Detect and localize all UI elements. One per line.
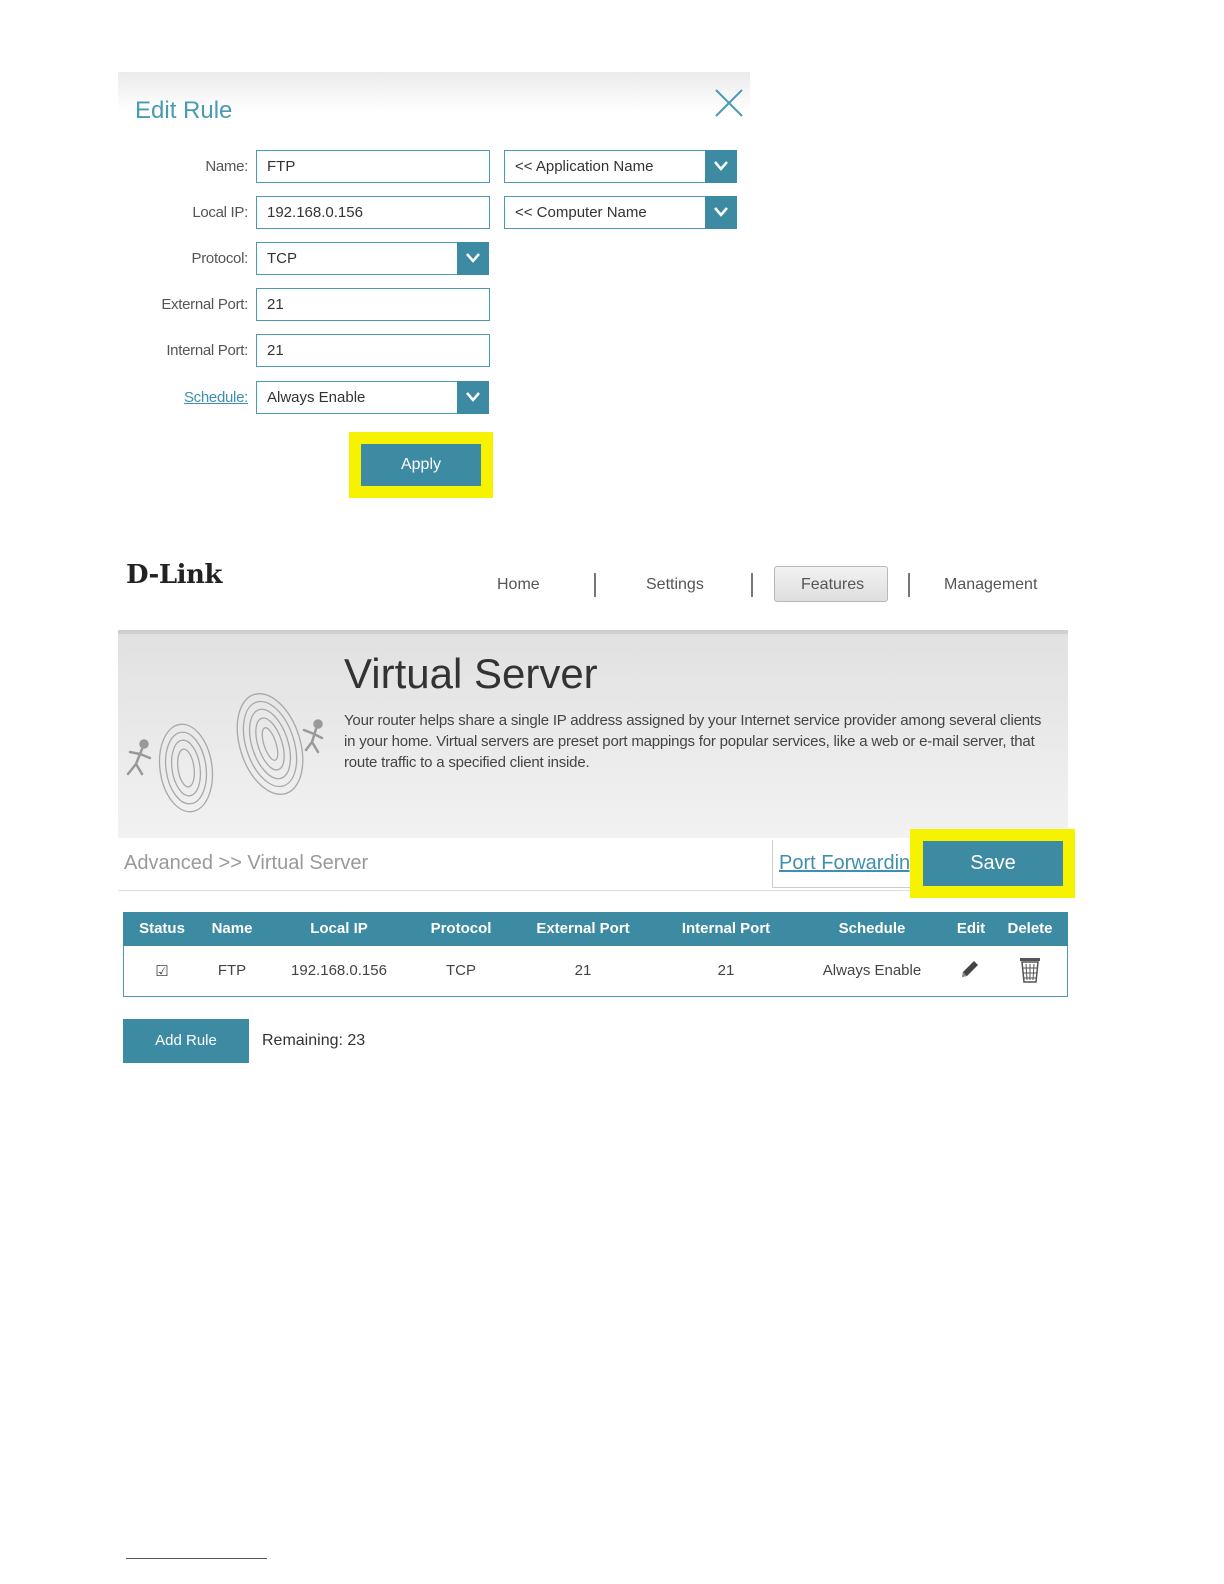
col-internal-port: Internal Port	[681, 920, 771, 937]
schedule-select[interactable]: Always Enable	[256, 381, 489, 414]
chevron-down-icon[interactable]	[457, 381, 489, 414]
external-port-label: External Port:	[161, 296, 248, 313]
protocol-select-text: TCP	[267, 250, 297, 267]
col-schedule: Schedule	[838, 920, 906, 937]
name-input[interactable]: FTP	[256, 150, 490, 183]
protocol-label: Protocol:	[191, 250, 249, 267]
protocol-select[interactable]: TCP	[256, 242, 489, 275]
breadcrumb: Advanced >> Virtual Server	[124, 852, 369, 874]
nav-separator	[594, 573, 596, 597]
apply-button[interactable]: Apply	[361, 444, 481, 486]
col-protocol: Protocol	[430, 920, 492, 937]
dlink-logo: D-Link	[126, 560, 222, 590]
port-forwarding-link[interactable]: Port Forwarding	[779, 852, 912, 875]
nav-separator	[751, 573, 753, 597]
remaining-count: Remaining: 23	[262, 1032, 366, 1049]
pencil-icon[interactable]	[958, 957, 982, 981]
close-icon[interactable]	[712, 86, 746, 120]
row-local-ip: 192.168.0.156	[291, 962, 387, 979]
page-title: Virtual Server	[344, 650, 598, 697]
trash-icon[interactable]	[1019, 956, 1041, 984]
internal-port-input[interactable]: 21	[256, 334, 490, 367]
nav-features[interactable]: Features	[801, 576, 864, 594]
row-protocol: TCP	[446, 962, 476, 979]
chevron-down-icon[interactable]	[705, 150, 737, 183]
nav-separator	[908, 573, 910, 597]
row-schedule: Always Enable	[822, 962, 922, 979]
page-description: Your router helps share a single IP addr…	[344, 712, 1042, 771]
col-delete: Delete	[1007, 920, 1053, 937]
nav-home[interactable]: Home	[497, 576, 540, 594]
computer-name-select[interactable]: << Computer Name	[504, 196, 737, 229]
internal-port-label: Internal Port:	[166, 342, 248, 359]
dialog-title: Edit Rule	[135, 97, 233, 124]
col-edit: Edit	[956, 920, 986, 937]
schedule-link[interactable]: Schedule:	[184, 389, 248, 406]
virtual-server-illustration	[126, 693, 324, 813]
col-external-port: External Port	[536, 920, 630, 937]
application-name-select[interactable]: << Application Name	[504, 150, 737, 183]
local-ip-label: Local IP:	[192, 204, 248, 221]
save-button[interactable]: Save	[923, 841, 1063, 886]
chevron-down-icon[interactable]	[457, 242, 489, 275]
nav-management[interactable]: Management	[944, 576, 1037, 594]
col-status: Status	[139, 920, 185, 937]
table-row	[123, 946, 1068, 997]
col-name: Name	[211, 920, 253, 937]
col-local-ip: Local IP	[310, 920, 368, 937]
schedule-select-text: Always Enable	[267, 389, 366, 406]
status-checkbox[interactable]: ☑	[155, 962, 168, 980]
application-name-select-text: << Application Name	[515, 158, 654, 175]
footer-divider	[126, 1558, 267, 1559]
local-ip-input[interactable]: 192.168.0.156	[256, 196, 490, 229]
add-rule-button[interactable]: Add Rule	[123, 1019, 249, 1063]
nav-settings[interactable]: Settings	[646, 576, 704, 594]
external-port-input[interactable]: 21	[256, 288, 490, 321]
chevron-down-icon[interactable]	[705, 196, 737, 229]
row-external-port: 21	[574, 962, 592, 979]
computer-name-select-text: << Computer Name	[515, 204, 647, 221]
name-label: Name:	[205, 158, 248, 175]
row-name: FTP	[217, 962, 247, 979]
row-internal-port: 21	[717, 962, 735, 979]
